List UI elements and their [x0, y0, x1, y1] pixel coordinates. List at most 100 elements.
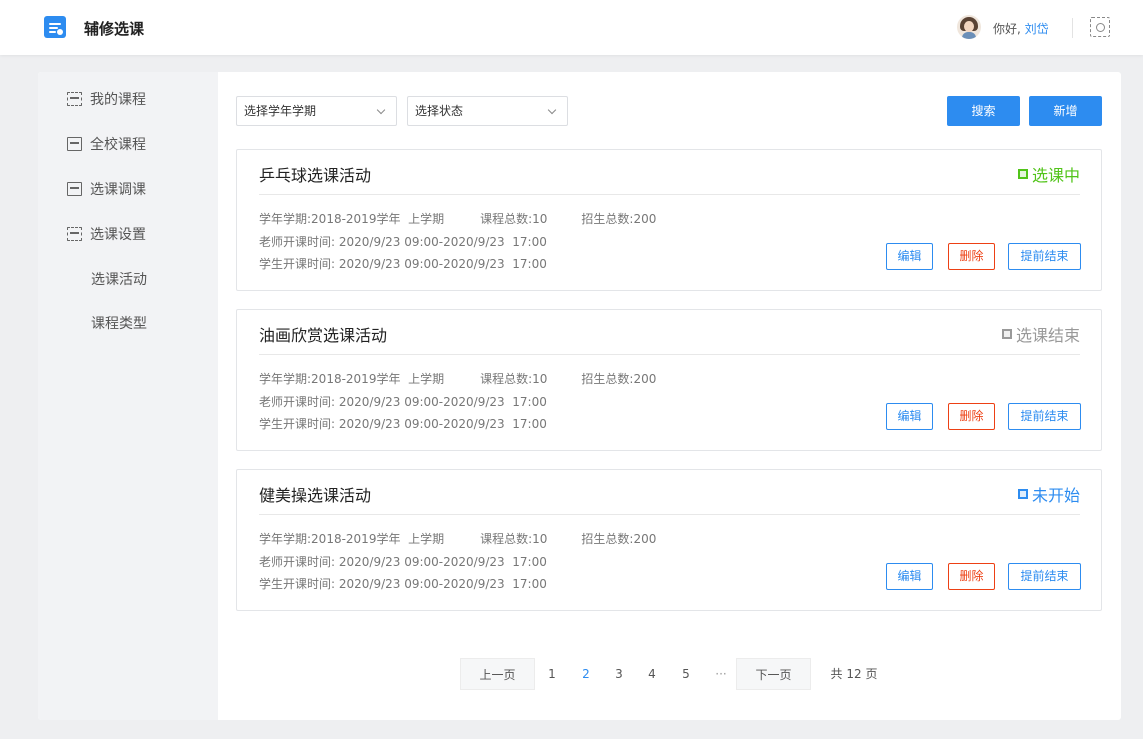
page-number[interactable]: 5 [672, 658, 700, 690]
student-time-label: 学生开课时间: [259, 257, 336, 271]
teacher-time-line: 老师开课时间: 2020/9/23 09:00-2020/9/23 17:00 [259, 233, 547, 250]
student-time-value: 2020/9/23 09:00-2020/9/23 17:00 [338, 257, 547, 271]
page-number[interactable]: 4 [638, 658, 666, 690]
activity-title: 油画欣赏选课活动 [259, 326, 388, 345]
search-button[interactable]: 搜索 [947, 96, 1020, 126]
student-time-label: 学生开课时间: [259, 417, 336, 431]
app-title: 辅修选课 [84, 20, 145, 38]
student-time-line: 学生开课时间: 2020/9/23 09:00-2020/9/23 17:00 [259, 255, 547, 272]
sidebar-item-label: 选课设置 [90, 227, 146, 243]
card-divider [259, 514, 1080, 515]
total-enroll-label: 招生总数: [581, 532, 634, 546]
activity-status: 选课结束 [1001, 322, 1080, 346]
greeting-text: 你好, [993, 22, 1021, 36]
term-select-value: 选择学年学期 [244, 104, 317, 118]
activity-card: 油画欣赏选课活动 选课结束 学年学期:2018-2019学年 上学期 课程总数:1… [236, 309, 1102, 451]
activity-card: 乒乓球选课活动 选课中 学年学期:2018-2019学年 上学期 课程总数:10 招… [236, 149, 1102, 291]
sidebar-item-school-courses[interactable]: 全校课程 [67, 134, 146, 154]
total-courses-label: 课程总数: [480, 372, 533, 386]
student-time-value: 2020/9/23 09:00-2020/9/23 17:00 [338, 577, 547, 591]
course-adjust-icon [67, 182, 82, 196]
sidebar-item-my-courses[interactable]: 我的课程 [67, 89, 146, 109]
user-greeting: 你好, 刘岱 [993, 20, 1049, 37]
sidebar-item-label: 我的课程 [90, 92, 146, 108]
my-courses-icon [67, 92, 82, 106]
status-square-icon [1001, 329, 1012, 339]
activity-title: 乒乓球选课活动 [259, 166, 372, 185]
activity-status: 未开始 [1017, 482, 1080, 506]
sidebar-subitem-course-activity[interactable]: 选课活动 [91, 269, 147, 289]
add-button[interactable]: 新增 [1029, 96, 1102, 126]
status-text: 选课中 [1031, 166, 1080, 185]
pagination-ellipsis: ··· [715, 667, 727, 681]
status-select[interactable]: 选择状态 [407, 96, 568, 126]
app-logo-icon [44, 16, 66, 38]
term-select[interactable]: 选择学年学期 [236, 96, 397, 126]
sidebar-item-label: 选课调课 [90, 182, 146, 198]
user-name-link[interactable]: 刘岱 [1025, 22, 1049, 36]
main-container: 我的课程 全校课程 选课调课 选课设置 选课活动 课程类型 选择学年学期 选择状… [38, 72, 1121, 720]
fullscreen-icon[interactable] [1090, 17, 1110, 37]
status-text: 选课结束 [1015, 326, 1080, 345]
sidebar: 我的课程 全校课程 选课调课 选课设置 选课活动 课程类型 [38, 72, 218, 720]
page-number-current[interactable]: 2 [572, 658, 600, 690]
student-time-value: 2020/9/23 09:00-2020/9/23 17:00 [338, 417, 547, 431]
edit-button[interactable]: 编辑 [886, 563, 933, 590]
teacher-time-label: 老师开课时间: [259, 395, 336, 409]
delete-button[interactable]: 删除 [948, 243, 995, 270]
sidebar-item-course-adjust[interactable]: 选课调课 [67, 179, 146, 199]
delete-button[interactable]: 删除 [948, 403, 995, 430]
student-time-line: 学生开课时间: 2020/9/23 09:00-2020/9/23 17:00 [259, 575, 547, 592]
total-courses-label: 课程总数: [480, 532, 533, 546]
delete-button[interactable]: 删除 [948, 563, 995, 590]
activity-meta-line: 学年学期:2018-2019学年 上学期 课程总数:10 招生总数:200 [259, 210, 656, 227]
total-courses-label: 课程总数: [480, 212, 533, 226]
end-early-button[interactable]: 提前结束 [1008, 403, 1081, 430]
header-divider [1072, 18, 1073, 38]
teacher-time-value: 2020/9/23 09:00-2020/9/23 17:00 [338, 395, 547, 409]
user-avatar[interactable] [957, 15, 981, 39]
chevron-down-icon [547, 105, 557, 115]
total-pages: 共 12 页 [830, 667, 878, 681]
end-early-button[interactable]: 提前结束 [1008, 563, 1081, 590]
total-enroll-value: 200 [633, 212, 657, 226]
total-enroll-value: 200 [633, 372, 657, 386]
top-header: 辅修选课 你好, 刘岱 [0, 0, 1143, 55]
end-early-button[interactable]: 提前结束 [1008, 243, 1081, 270]
page-number[interactable]: 3 [605, 658, 633, 690]
activity-card: 健美操选课活动 未开始 学年学期:2018-2019学年 上学期 课程总数:10 招… [236, 469, 1102, 611]
edit-button[interactable]: 编辑 [886, 243, 933, 270]
total-enroll-label: 招生总数: [581, 212, 634, 226]
teacher-time-label: 老师开课时间: [259, 235, 336, 249]
teacher-time-label: 老师开课时间: [259, 555, 336, 569]
status-text: 未开始 [1031, 486, 1080, 505]
teacher-time-line: 老师开课时间: 2020/9/23 09:00-2020/9/23 17:00 [259, 393, 547, 410]
term-value: 2018-2019学年 上学期 [311, 532, 445, 546]
sidebar-item-course-settings[interactable]: 选课设置 [67, 224, 146, 244]
activity-meta-line: 学年学期:2018-2019学年 上学期 课程总数:10 招生总数:200 [259, 530, 656, 547]
term-label: 学年学期: [259, 372, 312, 386]
total-enroll-value: 200 [633, 532, 657, 546]
student-time-line: 学生开课时间: 2020/9/23 09:00-2020/9/23 17:00 [259, 415, 547, 432]
school-courses-icon [67, 137, 82, 151]
status-square-icon [1017, 169, 1028, 179]
total-courses-value: 10 [532, 212, 548, 226]
card-divider [259, 194, 1080, 195]
term-label: 学年学期: [259, 212, 312, 226]
next-page-button[interactable]: 下一页 [736, 658, 811, 690]
course-settings-icon [67, 227, 82, 241]
activity-meta-line: 学年学期:2018-2019学年 上学期 课程总数:10 招生总数:200 [259, 370, 656, 387]
status-square-icon [1017, 489, 1028, 499]
edit-button[interactable]: 编辑 [886, 403, 933, 430]
teacher-time-value: 2020/9/23 09:00-2020/9/23 17:00 [338, 235, 547, 249]
sidebar-subitem-course-type[interactable]: 课程类型 [91, 313, 147, 333]
prev-page-button[interactable]: 上一页 [460, 658, 535, 690]
total-enroll-label: 招生总数: [581, 372, 634, 386]
student-time-label: 学生开课时间: [259, 577, 336, 591]
status-select-value: 选择状态 [415, 104, 464, 118]
chevron-down-icon [376, 105, 386, 115]
page-number[interactable]: 1 [538, 658, 566, 690]
teacher-time-line: 老师开课时间: 2020/9/23 09:00-2020/9/23 17:00 [259, 553, 547, 570]
total-courses-value: 10 [532, 372, 548, 386]
term-value: 2018-2019学年 上学期 [311, 372, 445, 386]
